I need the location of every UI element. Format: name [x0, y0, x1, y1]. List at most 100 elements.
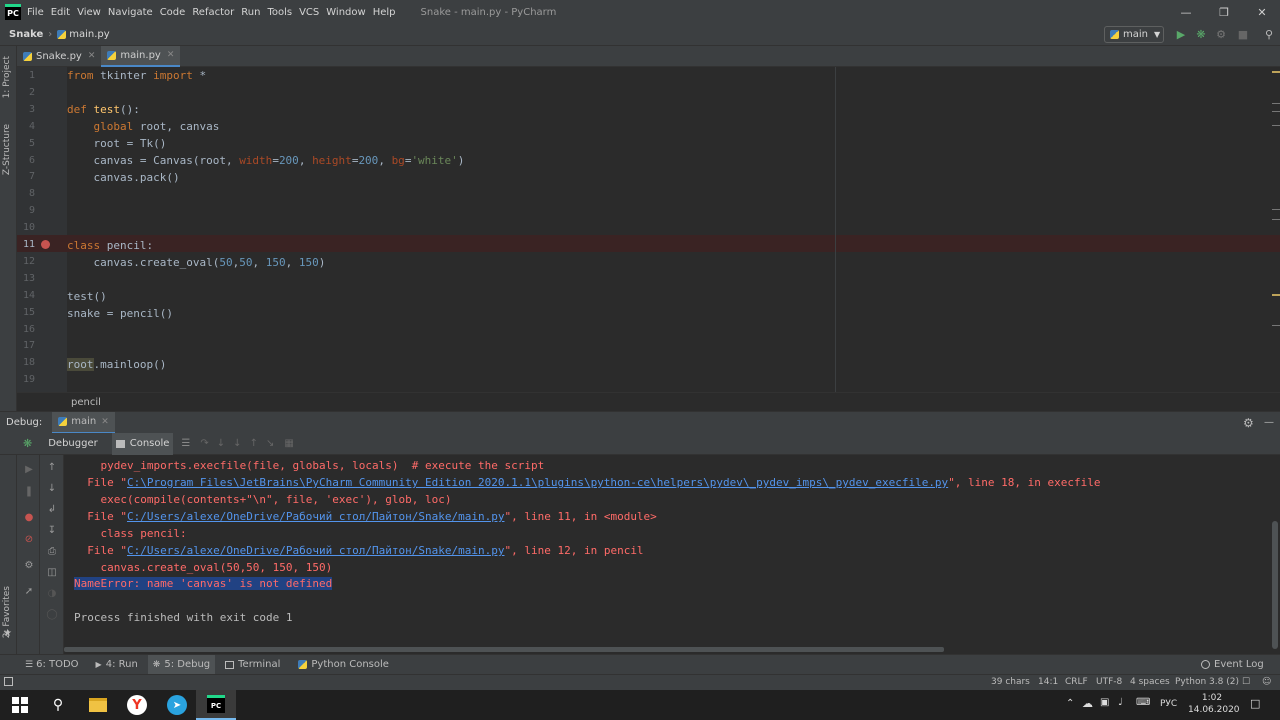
console-stop-icon[interactable]: ◯ — [46, 608, 58, 620]
menu-run[interactable]: Run — [241, 7, 260, 18]
menu-refactor[interactable]: Refactor — [192, 7, 234, 18]
file-link[interactable]: C:\Program Files\JetBrains\PyCharm Commu… — [127, 476, 948, 489]
pin-icon[interactable]: ➚ — [23, 585, 35, 597]
menu-edit[interactable]: Edit — [51, 7, 70, 18]
minimize-icon[interactable]: — — [1168, 0, 1204, 24]
file-encoding[interactable]: UTF-8 — [1096, 677, 1122, 687]
menu-view[interactable]: View — [77, 7, 101, 18]
tab-main-py[interactable]: main.py ✕ — [101, 45, 181, 67]
notification-icon[interactable]: □ — [1250, 697, 1260, 710]
line-separator[interactable]: CRLF — [1065, 677, 1088, 687]
python-interpreter[interactable]: Python 3.8 (2) — [1175, 677, 1239, 687]
tray-chevron-up-icon[interactable]: ⌃ — [1066, 698, 1074, 709]
indent-setting[interactable]: 4 spaces — [1130, 677, 1170, 687]
volume-icon[interactable]: ♩ — [1118, 697, 1123, 708]
menu-tools[interactable]: Tools — [267, 7, 292, 18]
windows-start-icon[interactable] — [0, 690, 40, 720]
language-indicator[interactable]: РУС — [1160, 699, 1177, 709]
error-stripe-marker[interactable] — [1272, 71, 1280, 73]
maximize-icon[interactable]: ❐ — [1206, 0, 1242, 24]
breadcrumb-project[interactable]: Snake — [9, 29, 43, 40]
breadcrumb-file[interactable]: main.py — [69, 29, 109, 40]
search-icon[interactable]: ⚲ — [38, 690, 78, 720]
tab-terminal[interactable]: Terminal — [225, 659, 280, 670]
error-stripe-marker[interactable] — [1272, 294, 1280, 296]
error-stripe-marker[interactable] — [1272, 103, 1280, 104]
tab-run[interactable]: ▶ 4: Run — [96, 659, 138, 670]
file-explorer-icon[interactable] — [78, 690, 118, 720]
menu-window[interactable]: Window — [326, 7, 365, 18]
tab-debugger[interactable]: Debugger — [48, 438, 98, 449]
step-over-icon[interactable]: ↷ — [200, 438, 208, 449]
breakpoint-icon[interactable] — [41, 240, 50, 249]
arrow-down-icon[interactable]: ↓ — [46, 482, 58, 494]
soft-wrap-icon[interactable]: ↲ — [46, 503, 58, 515]
run-config-select[interactable]: main ▼ — [1104, 26, 1164, 43]
pause-icon[interactable]: ❚ — [23, 485, 35, 497]
tab-snake-py[interactable]: Snake.py ✕ — [17, 46, 101, 67]
error-stripe-marker[interactable] — [1272, 125, 1280, 126]
lock-icon[interactable]: ☐ — [1242, 677, 1250, 687]
error-stripe-marker[interactable] — [1272, 111, 1280, 112]
step-out-icon[interactable]: ↑ — [250, 438, 258, 449]
stop-icon[interactable]: ■ — [1236, 27, 1250, 41]
tab-python-console[interactable]: Python Console — [298, 659, 389, 670]
structure-tool-tab[interactable]: Z-Structure — [2, 124, 12, 175]
project-tool-tab[interactable]: 1: Project — [2, 56, 12, 98]
breadcrumb-class[interactable]: pencil — [71, 397, 101, 408]
event-log-button[interactable]: Event Log — [1201, 659, 1264, 670]
file-link[interactable]: C:/Users/alexe/OneDrive/Рабочий стол/Пай… — [127, 510, 505, 523]
mute-breakpoints-icon[interactable]: ⊘ — [23, 533, 35, 545]
arrow-up-icon[interactable]: ↑ — [46, 461, 58, 473]
inspector-icon[interactable]: ☺ — [1262, 677, 1271, 687]
star-icon[interactable]: ★ — [3, 628, 12, 639]
rerun-debug-icon[interactable]: ❋ — [23, 437, 32, 450]
debug-bug-icon[interactable]: ❋ — [1194, 27, 1208, 41]
resume-icon[interactable]: ▶ — [23, 463, 35, 475]
evaluate-icon[interactable]: ▦ — [284, 438, 293, 449]
onedrive-cloud-icon[interactable]: ☁ — [1082, 697, 1093, 710]
pycharm-logo-icon[interactable]: PC — [5, 4, 21, 20]
clock[interactable]: 1:02 14.06.2020 — [1188, 692, 1240, 716]
menu-vcs[interactable]: VCS — [299, 7, 319, 18]
close-tab-icon[interactable]: ✕ — [88, 51, 96, 61]
gear-icon[interactable]: ⚙ — [1243, 416, 1254, 430]
scroll-to-end-icon[interactable]: ↧ — [46, 524, 58, 536]
close-tab-icon[interactable]: ✕ — [167, 50, 175, 60]
error-stripe-marker[interactable] — [1272, 325, 1280, 326]
vertical-scrollbar[interactable] — [1272, 521, 1278, 649]
list-icon[interactable]: ☰ — [181, 438, 190, 449]
network-icon[interactable]: ▣ — [1100, 697, 1109, 708]
console-output[interactable]: pydev_imports.execfile(file, globals, lo… — [64, 455, 1270, 654]
error-stripe-marker[interactable] — [1272, 209, 1280, 210]
view-breakpoints-icon[interactable]: ● — [23, 511, 35, 523]
horizontal-scrollbar[interactable] — [64, 647, 944, 652]
close-icon[interactable]: ✕ — [1244, 0, 1280, 24]
caret-position[interactable]: 14:1 — [1038, 677, 1058, 687]
print-icon[interactable]: ⎙ — [46, 545, 58, 557]
minimize-panel-icon[interactable]: — — [1264, 417, 1274, 428]
menu-navigate[interactable]: Navigate — [108, 7, 153, 18]
error-stripe-marker[interactable] — [1272, 219, 1280, 220]
search-icon[interactable]: ⚲ — [1262, 27, 1276, 41]
tab-console[interactable]: Console — [111, 432, 174, 455]
file-link[interactable]: C:/Users/alexe/OneDrive/Рабочий стол/Пай… — [127, 544, 505, 557]
ime-icon[interactable]: ⌨ — [1136, 697, 1150, 708]
tab-todo[interactable]: ☰ 6: TODO — [25, 659, 79, 670]
settings-icon[interactable]: ⚙ — [23, 559, 35, 571]
run-to-cursor-icon[interactable]: ↘ — [266, 438, 274, 449]
tab-debug[interactable]: ❋ 5: Debug — [147, 654, 216, 675]
step-into-my-code-icon[interactable]: ↓ — [233, 438, 241, 449]
close-tab-icon[interactable]: ✕ — [101, 417, 109, 427]
telegram-icon[interactable]: ➤ — [157, 690, 197, 720]
menu-file[interactable]: File — [27, 7, 44, 18]
console-extra-icon[interactable]: ◑ — [46, 587, 58, 599]
coverage-icon[interactable]: ⚙ — [1214, 27, 1228, 41]
pycharm-taskbar-icon[interactable]: PC — [196, 690, 236, 720]
menu-help[interactable]: Help — [373, 7, 396, 18]
tool-windows-icon[interactable] — [4, 677, 13, 686]
menu-code[interactable]: Code — [160, 7, 186, 18]
yandex-browser-icon[interactable]: Y — [117, 690, 157, 720]
code-editor[interactable]: 1 2 3 4 5 6 7 8 9 10 11 12 13 14 15 16 17 18 19 from tkint… — [17, 67, 1280, 392]
debug-session-tab[interactable]: main ✕ — [52, 411, 115, 434]
